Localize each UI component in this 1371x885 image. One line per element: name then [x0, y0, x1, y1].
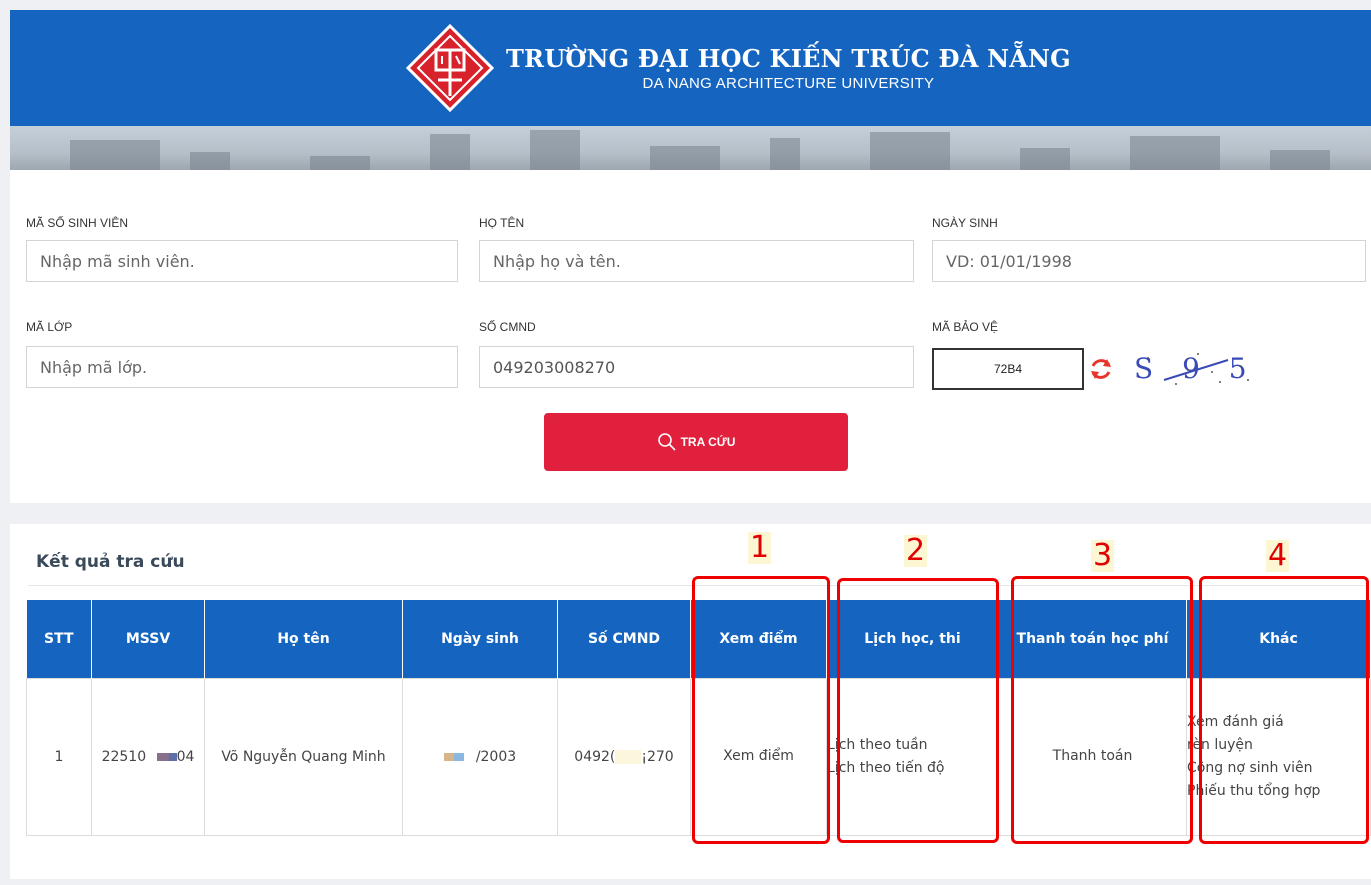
redacted-block [156, 752, 169, 761]
captcha-text: S 9 5 5 [1134, 352, 1258, 385]
search-form: MÃ SỐ SINH VIÊN HỌ TÊN NGÀY SINH MÃ LỚP … [10, 170, 1371, 503]
redacted-block [443, 752, 454, 761]
redacted-block [453, 752, 464, 761]
refresh-captcha-icon[interactable] [1088, 356, 1114, 382]
cell-id-card: 0492( ¡270 [557, 677, 691, 836]
university-name-en: DA NANG ARCHITECTURE UNIVERSITY [642, 75, 935, 92]
captcha-image: S 9 5 5 [1134, 352, 1258, 385]
search-icon [657, 433, 676, 451]
site-header: TRƯỜNG ĐẠI HỌC KIẾN TRÚC ĐÀ NẴNG DA NANG… [10, 10, 1371, 126]
search-button[interactable]: TRA CỨU [544, 413, 848, 471]
student-id-label: MÃ SỐ SINH VIÊN [26, 216, 129, 230]
annotation-box-1 [692, 576, 830, 844]
mssv-suffix: 04 [176, 748, 195, 765]
banner-image [10, 126, 1371, 170]
redacted-block [168, 752, 177, 761]
col-birthdate: Ngày sinh [402, 600, 558, 678]
cmnd-suffix: ¡270 [641, 748, 674, 765]
col-stt: STT [26, 600, 92, 678]
cell-birthdate: /2003 [402, 677, 558, 836]
annotation-number-2: 2 [904, 533, 928, 568]
mssv-prefix: 22510 [101, 748, 147, 765]
university-logo-icon [406, 24, 494, 112]
brand[interactable]: TRƯỜNG ĐẠI HỌC KIẾN TRÚC ĐÀ NẴNG DA NANG… [406, 24, 1071, 112]
brand-text: TRƯỜNG ĐẠI HỌC KIẾN TRÚC ĐÀ NẴNG DA NANG… [506, 44, 1071, 92]
cell-stt: 1 [26, 677, 92, 836]
full-name-label: HỌ TÊN [479, 216, 525, 230]
id-card-input[interactable] [479, 346, 914, 388]
col-id-card: Số CMND [557, 600, 691, 678]
captcha-label: MÃ BẢO VỆ [932, 320, 999, 334]
annotation-box-2 [837, 578, 999, 843]
search-button-label: TRA CỨU [680, 435, 736, 449]
redacted-block [615, 749, 642, 764]
full-name-input[interactable] [479, 240, 914, 282]
student-id-input[interactable] [26, 240, 458, 282]
col-name: Họ tên [204, 600, 403, 678]
results-title: Kết quả tra cứu [36, 552, 185, 572]
cmnd-prefix: 0492( [574, 748, 616, 765]
annotation-number-1: 1 [748, 530, 772, 565]
cell-name: Võ Nguyễn Quang Minh [204, 677, 403, 836]
class-id-label: MÃ LỚP [26, 320, 73, 334]
cell-mssv: 22510 04 [91, 677, 205, 836]
birthdate-label: NGÀY SINH [932, 216, 998, 230]
col-mssv: MSSV [91, 600, 205, 678]
captcha-input[interactable]: 72B4 [932, 348, 1084, 390]
annotation-number-4: 4 [1266, 538, 1290, 573]
annotation-number-3: 3 [1091, 538, 1115, 573]
id-card-label: SỐ CMND [479, 320, 536, 334]
class-id-input[interactable] [26, 346, 458, 388]
university-name-vn: TRƯỜNG ĐẠI HỌC KIẾN TRÚC ĐÀ NẴNG [506, 44, 1071, 73]
annotation-box-3 [1011, 576, 1193, 844]
birthdate-input[interactable] [932, 240, 1366, 282]
birth-suffix: /2003 [475, 748, 517, 765]
annotation-box-4 [1199, 576, 1369, 844]
